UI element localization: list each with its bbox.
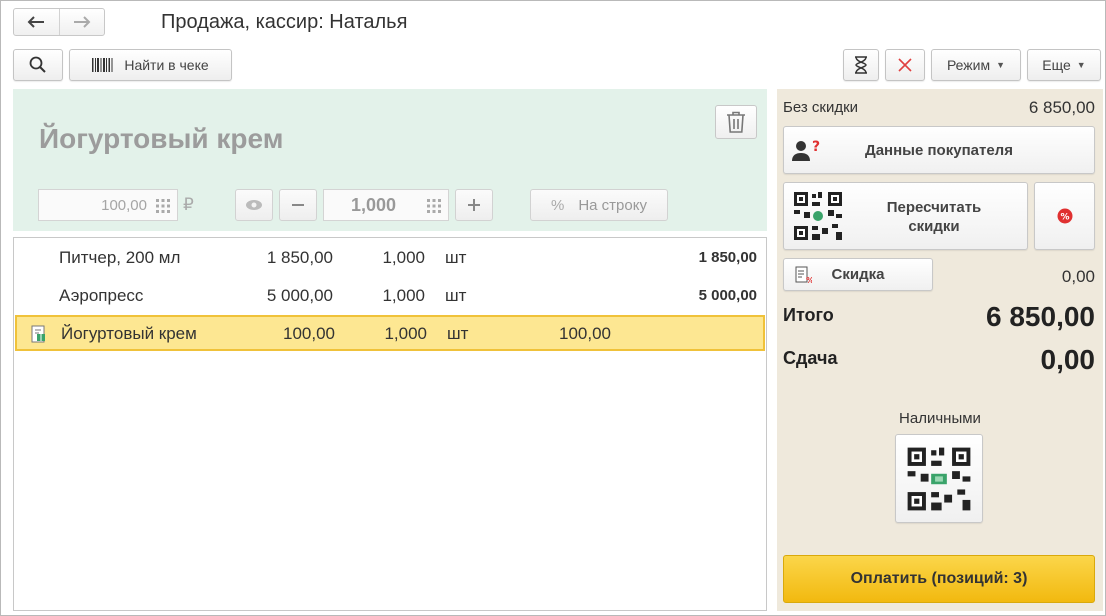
recalculate-discounts-text: Пересчитать скидки [854,198,1014,236]
delete-item-button[interactable] [715,105,757,139]
arrow-left-icon [28,16,45,28]
summary-panel: Без скидки 6 850,00 ? Данные покупателя … [777,89,1103,611]
keypad-icon [156,199,170,213]
svg-text:%: % [1060,213,1069,223]
item-name: Питчер, 200 мл [59,248,181,267]
price-value: 100,00 [101,196,147,214]
quantity-value: 1,000 [350,194,396,215]
trash-icon [727,111,745,133]
discount-value: 0,00 [1061,267,1095,286]
total-label: Итого [783,305,834,325]
discount-button[interactable]: % Скидка [783,258,933,291]
per-line-label: На строку [578,196,647,214]
gift-certificate-icon [31,325,45,343]
no-discount-value: 6 850,00 [1028,98,1095,117]
chevron-down-icon: ▼ [1076,60,1086,70]
item-name: Аэропресс [59,286,144,305]
percent-icon: % [551,196,565,214]
item-discount: 100,00 [559,324,611,343]
search-icon [29,56,46,73]
item-unit: шт [445,248,467,267]
total-value: 6 850,00 [986,301,1095,332]
pay-button[interactable]: Оплатить (позиций: 3) [783,555,1095,603]
qr-payment-icon [907,447,971,510]
cash-label: Наличными [899,410,981,427]
increase-quantity-button[interactable] [455,189,493,221]
item-price: 100,00 [283,324,335,343]
keypad-icon [427,199,441,213]
user-question-icon: ? [792,139,820,161]
discount-badge-icon: % [1057,208,1072,224]
mode-label: Режим [946,57,991,73]
more-dropdown[interactable]: Еще ▼ [1027,49,1101,81]
decrease-quantity-button[interactable] [279,189,317,221]
manual-discount-button[interactable]: % [1034,182,1095,250]
item-unit: шт [445,286,467,305]
customer-data-label: Данные покупателя [865,141,1013,159]
deferred-receipt-button[interactable] [843,49,879,81]
recalculate-line2: скидки [908,218,960,235]
no-discount-label: Без скидки [783,99,859,116]
barcode-icon [92,58,113,72]
item-sum: 5 000,00 [698,287,757,304]
cash-payment-button[interactable] [895,434,983,523]
item-quantity: 1,000 [384,324,427,343]
customer-data-button[interactable]: ? Данные покупателя [783,126,1095,174]
show-details-button[interactable] [235,189,273,221]
current-item-panel: Йогуртовый крем 100,00 ₽ 1,000 % На стро… [13,89,767,231]
change-label: Сдача [783,348,838,368]
back-button[interactable] [14,9,59,35]
receipt-discount-icon: % [795,266,812,284]
svg-text:?: ? [812,139,820,155]
change-value: 0,00 [1040,344,1096,375]
mode-dropdown[interactable]: Режим ▼ [931,49,1021,81]
recalculate-line1: Пересчитать [886,199,982,216]
find-in-receipt-label: Найти в чеке [124,57,209,73]
receipt-table[interactable]: Питчер, 200 мл 1 850,00 1,000 шт 1 850,0… [13,237,767,611]
eye-icon [246,200,262,210]
item-quantity: 1,000 [382,286,425,305]
item-sum: 1 850,00 [698,249,757,266]
cancel-receipt-button[interactable] [885,49,925,81]
item-quantity: 1,000 [382,248,425,267]
pay-button-label: Оплатить (позиций: 3) [850,570,1028,587]
item-price: 5 000,00 [266,286,333,305]
search-button[interactable] [13,49,63,81]
window-title: Продажа, кассир: Наталья [161,11,408,33]
table-row[interactable]: Аэропресс 5 000,00 1,000 шт 5 000,00 [15,277,765,315]
forward-button[interactable] [58,9,104,35]
chevron-down-icon: ▼ [996,60,1006,70]
sale-window: Продажа, кассир: Наталья Найти в чеке Ре… [0,0,1106,616]
discount-per-line-button[interactable]: % На строку [530,189,668,221]
qr-code-icon [794,192,842,240]
item-name: Йогуртовый крем [61,324,197,343]
find-in-receipt-button[interactable]: Найти в чеке [69,49,232,81]
item-price: 1 850,00 [266,248,333,267]
discount-button-label: Скидка [831,266,885,283]
currency-sign: ₽ [183,195,194,214]
navigation-buttons [13,8,105,36]
recalculate-discounts-button[interactable]: Пересчитать скидки [783,182,1028,250]
close-icon [898,58,912,72]
table-row[interactable]: Питчер, 200 мл 1 850,00 1,000 шт 1 850,0… [15,239,765,277]
quantity-field[interactable]: 1,000 [323,189,449,221]
svg-text:%: % [806,276,812,284]
current-item-name: Йогуртовый крем [39,123,284,154]
minus-icon [292,204,304,206]
hourglass-icon [855,56,867,74]
plus-icon [468,199,480,211]
item-unit: шт [447,324,469,343]
arrow-right-icon [73,16,91,28]
table-row-selected[interactable]: Йогуртовый крем 100,00 1,000 шт 100,00 [15,315,765,351]
more-label: Еще [1042,57,1071,73]
price-field[interactable]: 100,00 [38,189,178,221]
